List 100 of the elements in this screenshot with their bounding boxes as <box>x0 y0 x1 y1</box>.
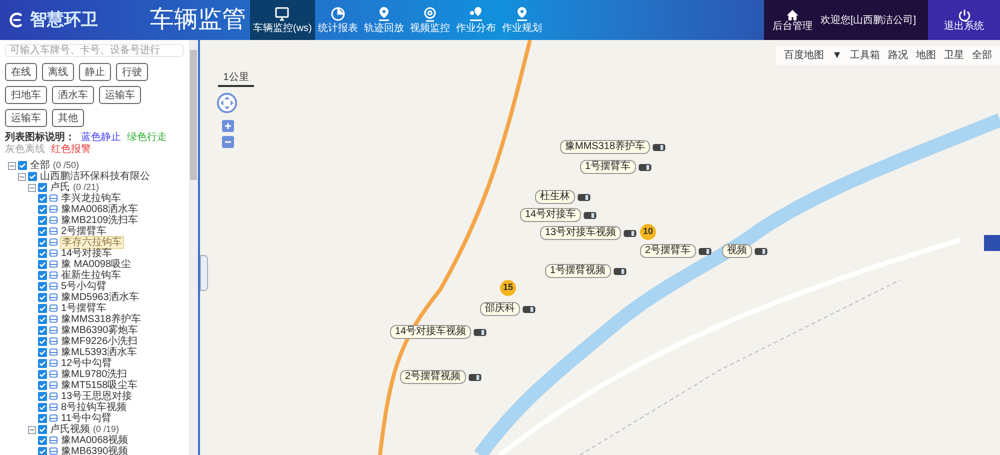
tree-checkbox[interactable] <box>38 282 47 291</box>
filter-button[interactable]: 运输车 <box>99 86 141 104</box>
tree-vehicle-item[interactable]: 豫MT5158吸尘车 <box>60 380 139 391</box>
tree-checkbox[interactable] <box>38 381 47 390</box>
map-toolbar-item[interactable]: 路况 <box>888 48 908 63</box>
tree-checkbox[interactable] <box>38 447 47 455</box>
admin-button[interactable]: 后台管理 <box>772 8 812 32</box>
tree-vehicle-item[interactable]: 豫 MA0098吸尘 <box>60 259 132 270</box>
tree-vehicle-item[interactable]: 13号王思恩对接 <box>60 391 134 402</box>
tree-vehicle-item[interactable]: 豫ML5393洒水车 <box>60 347 138 358</box>
filter-button[interactable]: 静止 <box>79 63 111 81</box>
filter-button[interactable]: 在线 <box>5 63 37 81</box>
tree-vehicle-item[interactable]: 豫MF9226小洗扫 <box>60 336 139 347</box>
map-toolbar-item[interactable]: ▼ <box>832 48 842 63</box>
tree-checkbox[interactable] <box>38 271 47 280</box>
tree-vehicle-item[interactable]: 豫MA0068洒水车 <box>60 204 140 215</box>
map-toolbar-item[interactable]: 百度地图 <box>784 48 824 63</box>
nav-tab[interactable]: 车辆监控(ws) <box>250 0 315 40</box>
pan-control-icon[interactable] <box>216 92 238 114</box>
tree-vehicle-item[interactable]: 李兴龙拉钩车 <box>60 193 122 204</box>
tree-vehicle-item[interactable]: 崔新生拉钩车 <box>60 270 122 281</box>
tree-vehicle-item[interactable]: 豫MA0068视频 <box>60 435 130 446</box>
tree-vehicle-item[interactable]: 5号小勾臂 <box>60 281 108 292</box>
tree-checkbox[interactable] <box>38 337 47 346</box>
tree-checkbox[interactable] <box>38 249 47 258</box>
vehicle-label[interactable]: 2号摆臂视频 <box>400 370 466 384</box>
zoom-in-icon[interactable] <box>222 120 234 132</box>
tree-checkbox[interactable] <box>38 403 47 412</box>
cluster-marker[interactable]: 15 <box>500 280 516 296</box>
tree-checkbox[interactable] <box>38 392 47 401</box>
tree-checkbox[interactable] <box>38 370 47 379</box>
tree-checkbox[interactable] <box>38 227 47 236</box>
vehicle-label[interactable]: 视频 <box>722 244 752 258</box>
collapse-toggle-icon[interactable] <box>28 184 36 192</box>
tree-checkbox[interactable] <box>38 436 47 445</box>
tree-checkbox[interactable] <box>38 238 47 247</box>
nav-tab[interactable]: 轨迹回放 <box>360 0 407 40</box>
filter-button[interactable]: 扫地车 <box>5 86 47 104</box>
tree-checkbox[interactable] <box>38 205 47 214</box>
tree-vehicle-item[interactable]: 8号拉钩车视频 <box>60 402 128 413</box>
tree-vehicle-item[interactable]: 豫MMS318养护车 <box>60 314 142 325</box>
nav-tab[interactable]: 作业分布 <box>452 0 499 40</box>
tree-checkbox[interactable] <box>18 161 27 170</box>
map-view[interactable]: 百度地图 ▼ 工具箱 路况 地图 卫星 全部 1公里 10 15 豫MMS318养护车 1号摆臂车 杜生林 14号对接车 13号对接车视频 2号摆臂车 视频 1号摆臂视频 邵庆科 14号对接车视频 2号摆臂视频 <box>200 40 1000 455</box>
vehicle-label[interactable]: 邵庆科 <box>480 302 520 316</box>
tree-checkbox[interactable] <box>38 414 47 423</box>
tree-vehicle-item[interactable]: 2号摆臂车 <box>60 226 108 237</box>
tree-group-label[interactable]: 卢氏 <box>49 182 71 193</box>
tree-checkbox[interactable] <box>38 183 47 192</box>
tree-checkbox[interactable] <box>38 425 47 434</box>
bus-icon <box>49 227 58 236</box>
zoom-out-icon[interactable] <box>222 136 234 148</box>
map-toolbar-item[interactable]: 全部 <box>972 48 992 63</box>
tree-checkbox[interactable] <box>38 293 47 302</box>
tree-vehicle-item[interactable]: 豫MD5963洒水车 <box>60 292 140 303</box>
nav-tab[interactable]: 视频监控 <box>406 0 453 40</box>
filter-button[interactable]: 洒水车 <box>52 86 94 104</box>
map-toolbar-item[interactable]: 工具箱 <box>850 48 880 63</box>
vehicle-label[interactable]: 2号摆臂车 <box>640 244 696 258</box>
collapse-toggle-icon[interactable] <box>8 162 16 170</box>
tree-checkbox[interactable] <box>38 326 47 335</box>
tree-checkbox[interactable] <box>38 216 47 225</box>
tree-vehicle-item[interactable]: 1号摆臂车 <box>60 303 108 314</box>
tree-vehicle-item[interactable]: 豫MB6390雾炮车 <box>60 325 140 336</box>
collapse-toggle-icon[interactable] <box>28 426 36 434</box>
tree-checkbox[interactable] <box>38 348 47 357</box>
tree-checkbox[interactable] <box>38 315 47 324</box>
tree-checkbox[interactable] <box>38 260 47 269</box>
collapse-tab[interactable] <box>200 255 208 291</box>
tree-vehicle-item[interactable]: 李存六拉钩车 <box>60 236 124 249</box>
tree-checkbox[interactable] <box>38 304 47 313</box>
scrollbar[interactable] <box>189 40 198 455</box>
filter-button[interactable]: 运输车 <box>5 109 47 127</box>
map-toolbar-item[interactable]: 地图 <box>916 48 936 63</box>
vehicle-label[interactable]: 豫MMS318养护车 <box>560 140 650 154</box>
tree-checkbox[interactable] <box>28 172 37 181</box>
filter-button[interactable]: 行驶 <box>116 63 148 81</box>
filter-button[interactable]: 离线 <box>42 63 74 81</box>
tree-vehicle-item[interactable]: 12号中勾臂 <box>60 358 114 369</box>
vehicle-label[interactable]: 13号对接车视频 <box>540 226 622 240</box>
tree-group-label[interactable]: 山西鹏洁环保科技有限公 <box>39 171 151 182</box>
tree-checkbox[interactable] <box>38 359 47 368</box>
vehicle-label[interactable]: 1号摆臂视频 <box>545 264 611 278</box>
vehicle-label[interactable]: 14号对接车 <box>520 208 582 222</box>
map-toolbar-item[interactable]: 卫星 <box>944 48 964 63</box>
tree-vehicle-item[interactable]: 豫ML9780洗扫 <box>60 369 128 380</box>
tree-group-label[interactable]: 卢氏视频 <box>49 424 91 435</box>
vehicle-label[interactable]: 1号摆臂车 <box>580 160 636 174</box>
vehicle-label[interactable]: 杜生林 <box>535 190 575 204</box>
tree-vehicle-item[interactable]: 14号对接车 <box>60 248 114 259</box>
tree-group-label[interactable]: 全部 <box>29 160 51 171</box>
tree-vehicle-item[interactable]: 11号中勾臂 <box>60 413 112 424</box>
vehicle-label[interactable]: 14号对接车视频 <box>390 325 472 339</box>
nav-tab[interactable]: 统计报表 <box>314 0 361 40</box>
tree-checkbox[interactable] <box>38 194 47 203</box>
collapse-toggle-icon[interactable] <box>18 172 26 180</box>
cluster-marker[interactable]: 10 <box>640 224 656 240</box>
tree-vehicle-item[interactable]: 豫MB2109洗扫车 <box>60 215 140 226</box>
filter-button[interactable]: 其他 <box>52 109 84 127</box>
nav-tab[interactable]: 作业规划 <box>498 0 545 40</box>
